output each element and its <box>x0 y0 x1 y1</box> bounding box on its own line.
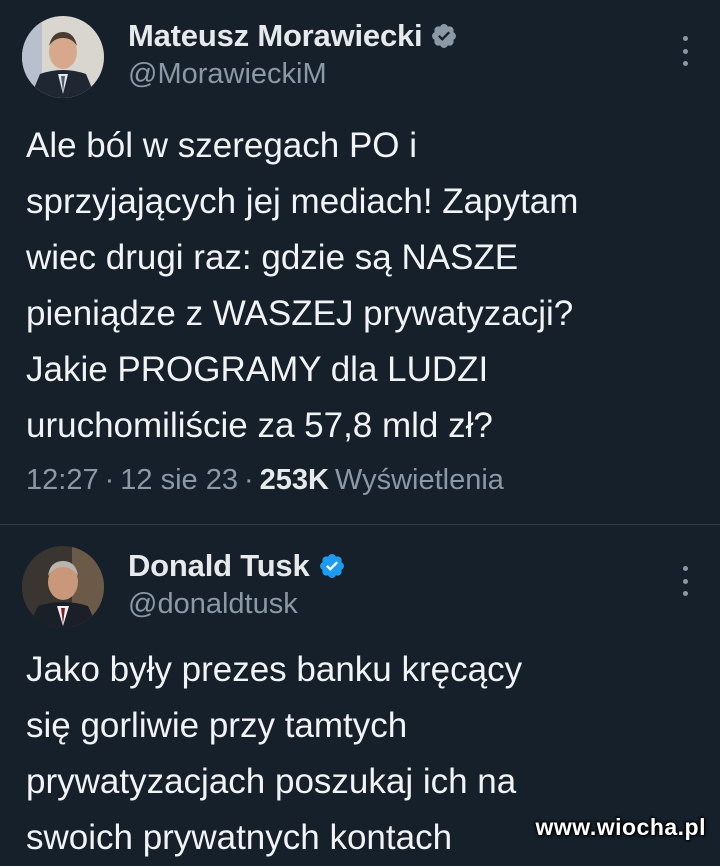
tweet-date[interactable]: 12 sie 23 <box>120 464 238 497</box>
tweet-divider <box>0 524 720 525</box>
avatar-portrait-icon <box>22 16 104 98</box>
verified-badge-icon <box>319 554 344 578</box>
watermark: www.wiocha.pl <box>535 814 706 840</box>
views-label: Wyświetlenia <box>334 464 504 496</box>
verified-badge-icon <box>432 24 457 48</box>
meta-separator: · <box>104 464 115 496</box>
tweet-text: Ale ból w szeregach PO i sprzyjających j… <box>26 126 579 445</box>
views-count[interactable]: 253K <box>260 464 329 497</box>
author-handle[interactable]: @donaldtusk <box>128 588 298 621</box>
author-name[interactable]: Donald Tusk <box>128 548 310 584</box>
avatar[interactable] <box>22 546 104 628</box>
author-row: Mateusz Morawiecki <box>128 16 458 56</box>
tweet-meta: 12:27 · 12 sie 23 · 253K Wyświetlenia <box>26 464 504 497</box>
tweet-time[interactable]: 12:27 <box>26 464 99 497</box>
author-handle[interactable]: @MorawieckiM <box>128 58 327 91</box>
author-row: Donald Tusk <box>128 546 346 586</box>
author-name[interactable]: Mateusz Morawiecki <box>128 18 423 54</box>
meta-separator: · <box>243 464 254 496</box>
more-vertical-icon[interactable] <box>680 36 690 66</box>
avatar[interactable] <box>22 16 104 98</box>
avatar-portrait-icon <box>22 546 104 628</box>
more-vertical-icon[interactable] <box>680 566 690 596</box>
